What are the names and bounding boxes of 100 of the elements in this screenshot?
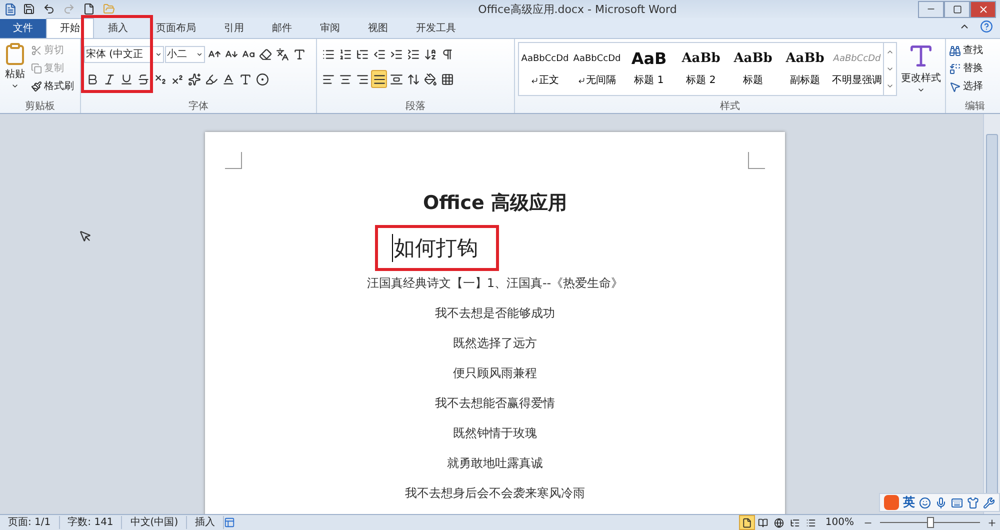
superscript-icon <box>170 72 184 86</box>
style-item[interactable]: AaB 标题 1 <box>623 43 675 95</box>
zoom-level[interactable]: 100% <box>819 517 860 528</box>
ribbon-tab[interactable]: 页面布局 <box>142 18 210 38</box>
close-button[interactable] <box>970 0 996 18</box>
clear-format-icon <box>258 48 272 60</box>
caret-icon <box>11 82 19 90</box>
ribbon-tab[interactable]: 引用 <box>210 18 258 38</box>
bold-icon <box>86 72 98 86</box>
document-line: 既然钟情于玫瑰 <box>453 425 537 442</box>
font-size-field[interactable]: 小二 <box>165 46 205 62</box>
keyboard-icon <box>951 496 963 508</box>
ribbon-tab[interactable]: 邮件 <box>258 18 306 38</box>
replace-button[interactable]: 替换 <box>949 60 983 77</box>
return-icon <box>531 76 538 84</box>
align-right-icon <box>356 72 368 86</box>
italic-icon <box>102 72 116 86</box>
shading-icon <box>424 72 436 86</box>
style-item[interactable]: AaBbCcDd 正文 <box>519 43 571 95</box>
close-icon <box>978 4 988 14</box>
increase-indent-icon <box>390 48 402 60</box>
align-left-icon <box>322 72 334 86</box>
numbering-icon <box>338 48 352 60</box>
document-line: 我不去想是否能够成功 <box>435 305 555 322</box>
paste-button[interactable]: 粘贴 <box>3 42 27 100</box>
phonetic-guide-icon <box>276 48 288 60</box>
ribbon-tab[interactable]: 开发工具 <box>402 18 470 38</box>
document-line: 汪国真经典诗文【一】1、汪国真--《热爱生命》 <box>366 275 624 292</box>
caret-icon <box>917 86 925 94</box>
status-item[interactable]: 页面: 1/1 <box>0 516 60 529</box>
margin-mark <box>225 152 242 169</box>
style-name: 副标题 <box>790 74 820 87</box>
style-item[interactable]: AaBb 标题 <box>727 43 779 95</box>
word-icon <box>4 2 17 16</box>
margin-mark <box>748 152 765 169</box>
document-line: 我不去想能否赢得爱情 <box>435 395 555 412</box>
caret-icon <box>155 50 162 58</box>
highlight-icon <box>204 72 218 86</box>
document-line: 便只顾风雨兼程 <box>453 365 537 382</box>
style-name: 标题 1 <box>634 74 664 87</box>
status-item[interactable]: 插入 <box>187 516 224 529</box>
print-layout-button[interactable] <box>739 515 756 530</box>
style-name: 标题 2 <box>686 74 716 87</box>
vertical-scrollbar[interactable] <box>983 114 1000 514</box>
file-tab[interactable]: 文件 <box>0 19 46 38</box>
style-sample: AaBbCcDd <box>573 53 621 66</box>
group-label: 字体 <box>188 100 208 113</box>
ribbon-tab[interactable]: 开始 <box>46 18 94 38</box>
zoom-slider-thumb[interactable] <box>927 517 934 528</box>
style-item[interactable]: AaBbCcDd 不明显强调 <box>831 43 883 95</box>
ime-mode[interactable]: 英 <box>903 494 915 511</box>
align-center-icon <box>338 72 352 86</box>
brush-button[interactable]: 格式刷 <box>31 78 74 95</box>
style-sample: AaBb <box>734 51 772 67</box>
line-spacing-icon <box>406 72 420 86</box>
redo-icon <box>63 3 75 15</box>
document-line: 我不去想身后会不会袭来寒风冷雨 <box>405 485 585 502</box>
text-effects-icon <box>188 72 200 86</box>
group-label: 段落 <box>406 100 426 113</box>
document-icon <box>83 3 95 15</box>
style-item[interactable]: AaBb 标题 2 <box>675 43 727 95</box>
outline-icon <box>790 518 800 528</box>
paintbrush-icon <box>31 81 42 92</box>
caret-icon <box>196 50 203 58</box>
document-line: 既然选择了远方 <box>453 335 537 352</box>
mouse-pointer-icon <box>79 230 92 243</box>
maximize-button[interactable] <box>944 0 970 18</box>
multilevel-list-icon <box>356 48 368 60</box>
ribbon-tab[interactable]: 插入 <box>94 18 142 38</box>
wrench-icon <box>983 496 995 508</box>
style-sample: AaBb <box>786 51 824 67</box>
style-sample: AaBb <box>682 51 720 67</box>
justify-icon <box>372 72 386 86</box>
help-icon <box>980 20 992 32</box>
find-button[interactable]: 查找 <box>949 42 983 59</box>
save-icon <box>23 3 35 15</box>
bullets-icon <box>322 48 334 60</box>
style-name: 无间隔 <box>578 73 616 87</box>
style-item[interactable]: AaBbCcDd 无间隔 <box>571 43 623 95</box>
ribbon-tab[interactable]: 视图 <box>354 18 402 38</box>
undo-icon <box>43 3 55 15</box>
group-label: 剪贴板 <box>25 100 55 113</box>
subscript-icon <box>154 72 166 86</box>
font-color-icon <box>222 72 234 86</box>
change-styles-button[interactable]: 更改样式 <box>901 42 941 100</box>
microphone-icon <box>935 496 947 508</box>
select-button[interactable]: 选择 <box>949 78 983 95</box>
copy-icon <box>31 63 42 74</box>
status-item[interactable]: 字数: 141 <box>60 516 122 529</box>
page-icon <box>742 518 752 528</box>
return-icon <box>578 76 585 84</box>
underline-icon <box>120 72 132 86</box>
decrease-indent-icon <box>372 48 386 60</box>
style-item[interactable]: AaBb 副标题 <box>779 43 831 95</box>
status-item[interactable]: 中文(中国) <box>122 516 188 529</box>
font-name-field[interactable]: 宋体 (中文正 <box>84 46 164 62</box>
justify-button[interactable] <box>371 70 387 88</box>
sort-icon <box>424 48 436 60</box>
ribbon-tab[interactable]: 审阅 <box>306 18 354 38</box>
document-heading[interactable]: 如何打钩 <box>392 234 478 262</box>
